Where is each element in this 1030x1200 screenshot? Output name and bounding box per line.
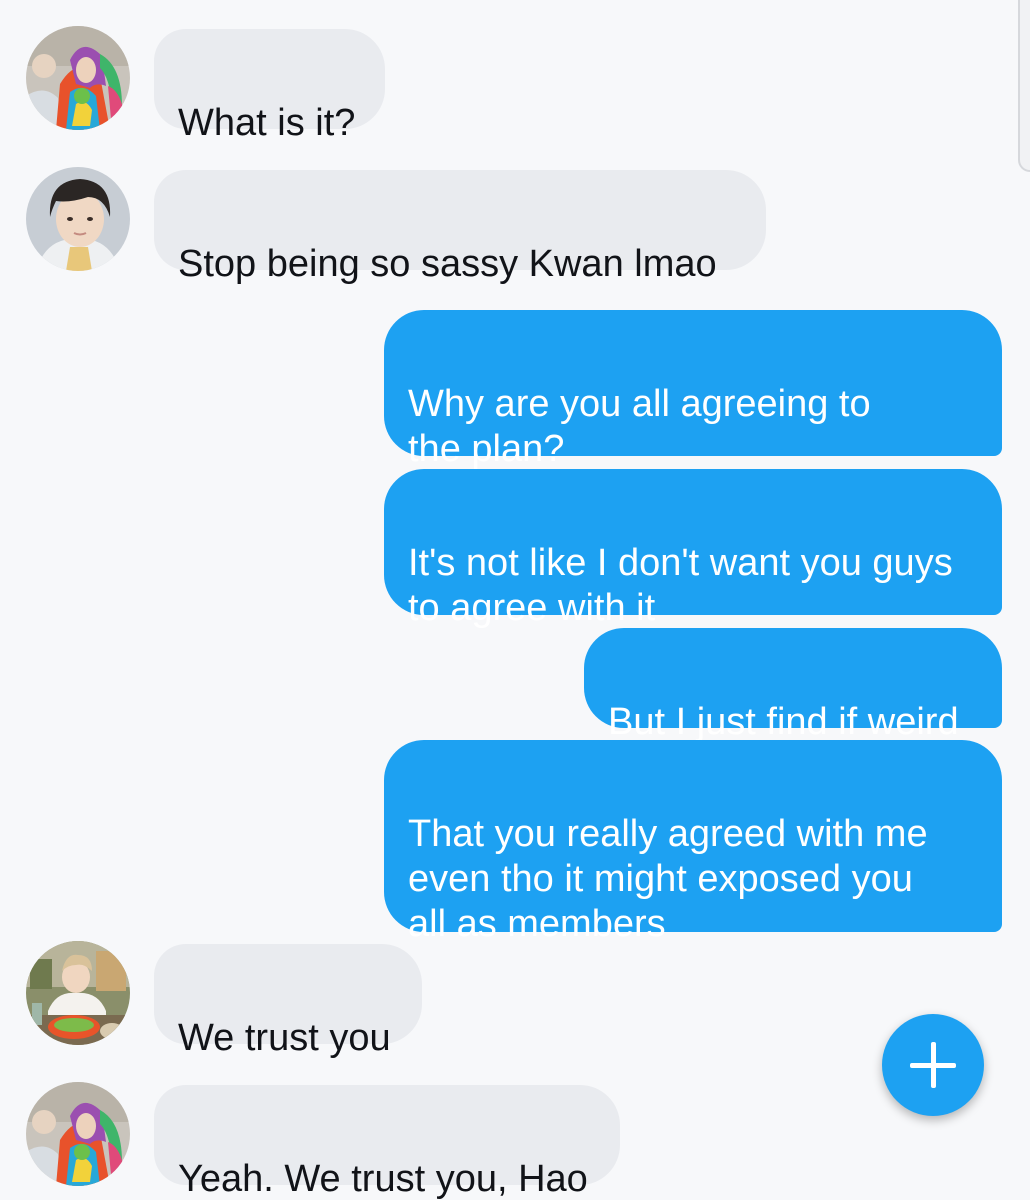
message-bubble-incoming[interactable]: Stop being so sassy Kwan lmao <box>154 170 766 285</box>
message-bubble-outgoing[interactable]: It's not like I don't want you guys to a… <box>384 469 1002 629</box>
chat-screen: What is it? Stop being so sassy Kwan lma… <box>0 0 1030 1200</box>
message-text: Why are you all agreeing to the plan? <box>408 383 871 470</box>
message-bubble-incoming[interactable]: What is it? <box>154 29 385 144</box>
scroll-indicator[interactable] <box>1018 0 1030 172</box>
message-bubble-incoming[interactable]: Yeah. We trust you, Hao <box>154 1085 620 1200</box>
message-text: Yeah. We trust you, Hao <box>178 1158 588 1200</box>
message-bubble-outgoing[interactable]: Why are you all agreeing to the plan? <box>384 310 1002 470</box>
message-text: It's not like I don't want you guys to a… <box>408 542 953 629</box>
message-bubble-outgoing[interactable]: That you really agreed with me even tho … <box>384 740 1002 945</box>
message-text: That you really agreed with me even tho … <box>408 813 928 945</box>
message-text: But I just find if weird <box>608 701 959 743</box>
message-bubble-outgoing[interactable]: But I just find if weird <box>584 628 1002 743</box>
message-text: What is it? <box>178 102 356 144</box>
compose-fab-button[interactable] <box>882 1014 984 1116</box>
avatar-restaurant-table[interactable] <box>26 941 130 1045</box>
message-bubble-incoming[interactable]: We trust you <box>154 944 422 1059</box>
message-text: We trust you <box>178 1017 391 1059</box>
avatar-tie-dye-hoodie[interactable] <box>26 26 130 130</box>
message-text: Stop being so sassy Kwan lmao <box>178 243 717 285</box>
avatar-dark-hair[interactable] <box>26 167 130 271</box>
avatar-tie-dye-hoodie[interactable] <box>26 1082 130 1186</box>
